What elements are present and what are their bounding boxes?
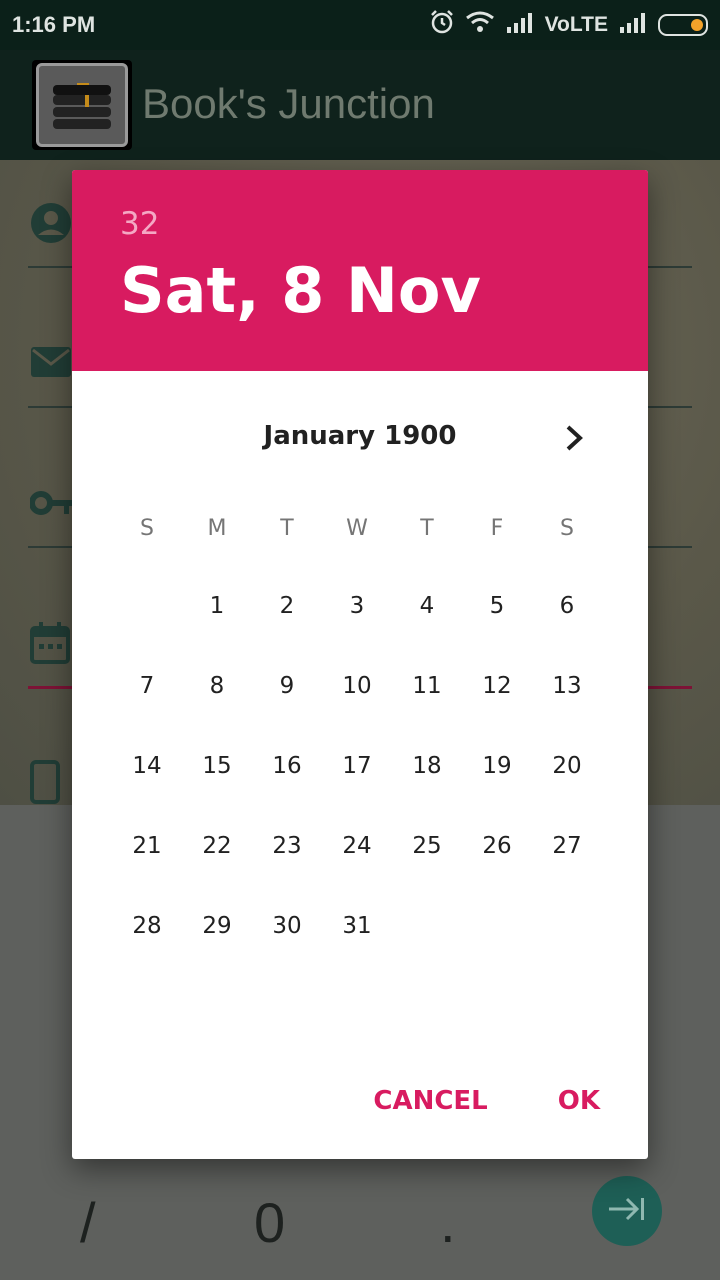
day-cell[interactable]: 11	[392, 666, 462, 746]
app-bar: Book's Junction	[0, 50, 720, 160]
day-cell[interactable]: 12	[462, 666, 532, 746]
day-cell[interactable]: 18	[392, 746, 462, 826]
day-cell[interactable]: 31	[322, 906, 392, 986]
signal-icon	[505, 11, 535, 39]
key-slash[interactable]: /	[80, 1190, 96, 1255]
next-month-button[interactable]	[552, 418, 596, 462]
status-time: 1:16 PM	[12, 12, 96, 37]
status-icons: VoLTE	[429, 10, 708, 40]
weekday-label: T	[420, 516, 434, 541]
weekday-label: M	[207, 516, 227, 541]
weekday-label: S	[140, 516, 154, 541]
books-icon	[36, 63, 128, 147]
phone-icon	[30, 760, 60, 809]
day-cell[interactable]: 5	[462, 586, 532, 666]
keyboard-next-button[interactable]	[592, 1176, 662, 1246]
wifi-icon	[465, 10, 495, 40]
day-cell[interactable]: 8	[182, 666, 252, 746]
person-icon	[30, 202, 72, 249]
day-cell[interactable]: 1	[182, 586, 252, 666]
key-icon	[29, 488, 76, 523]
weekday-label: S	[560, 516, 574, 541]
day-cell[interactable]: 16	[252, 746, 322, 826]
day-cell[interactable]: 13	[532, 666, 602, 746]
dialog-actions: CANCEL OK	[373, 1086, 600, 1116]
day-cell[interactable]: 30	[252, 906, 322, 986]
calendar-icon	[30, 622, 70, 669]
day-cell[interactable]: 24	[322, 826, 392, 906]
tab-next-icon	[607, 1196, 647, 1227]
weekday-label: F	[490, 516, 504, 541]
day-cell[interactable]: 23	[252, 826, 322, 906]
selected-date[interactable]: Sat, 8 Nov	[120, 254, 481, 327]
day-cell[interactable]: 19	[462, 746, 532, 826]
day-cell[interactable]: 26	[462, 826, 532, 906]
day-cell[interactable]: 6	[532, 586, 602, 666]
day-grid: 1 2 3 4 5 6 7 8 9 10 11 12 13 14 15 16 17 18 19 20 21 22 23 24 2…	[112, 586, 602, 986]
day-cell[interactable]: 17	[322, 746, 392, 826]
chevron-right-icon	[563, 424, 585, 457]
email-icon	[30, 346, 72, 383]
day-cell[interactable]: 4	[392, 586, 462, 666]
day-cell[interactable]: 28	[112, 906, 182, 986]
day-cell[interactable]: 21	[112, 826, 182, 906]
date-picker-header: 32 Sat, 8 Nov	[72, 170, 648, 371]
network-type-label: VoLTE	[544, 13, 608, 36]
day-cell[interactable]: 25	[392, 826, 462, 906]
battery-icon	[658, 14, 708, 36]
signal-icon-2	[618, 11, 648, 39]
date-picker-dialog: 32 Sat, 8 Nov January 1900 SMTWTFS 12345…	[72, 170, 648, 1159]
day-cell[interactable]: 15	[182, 746, 252, 826]
app-logo	[32, 60, 132, 150]
empty-day-cell	[112, 586, 182, 666]
ok-button[interactable]: OK	[558, 1086, 600, 1116]
day-cell[interactable]: 27	[532, 826, 602, 906]
status-bar: 1:16 PM VoLTE	[0, 0, 720, 50]
day-cell[interactable]: 9	[252, 666, 322, 746]
day-cell[interactable]: 14	[112, 746, 182, 826]
day-cell[interactable]: 7	[112, 666, 182, 746]
day-cell[interactable]: 10	[322, 666, 392, 746]
day-cell[interactable]: 2	[252, 586, 322, 666]
cancel-button[interactable]: CANCEL	[373, 1086, 487, 1116]
day-cell[interactable]: 20	[532, 746, 602, 826]
weekday-label: W	[346, 516, 368, 541]
weekday-header: SMTWTFS	[112, 516, 602, 541]
key-dot[interactable]: .	[440, 1190, 456, 1255]
app-title: Book's Junction	[142, 80, 435, 127]
key-zero[interactable]: 0	[254, 1190, 285, 1255]
day-cell[interactable]: 3	[322, 586, 392, 666]
selected-year[interactable]: 32	[120, 206, 159, 242]
weekday-label: T	[280, 516, 294, 541]
day-cell[interactable]: 22	[182, 826, 252, 906]
day-cell[interactable]: 29	[182, 906, 252, 986]
alarm-icon	[429, 9, 455, 41]
